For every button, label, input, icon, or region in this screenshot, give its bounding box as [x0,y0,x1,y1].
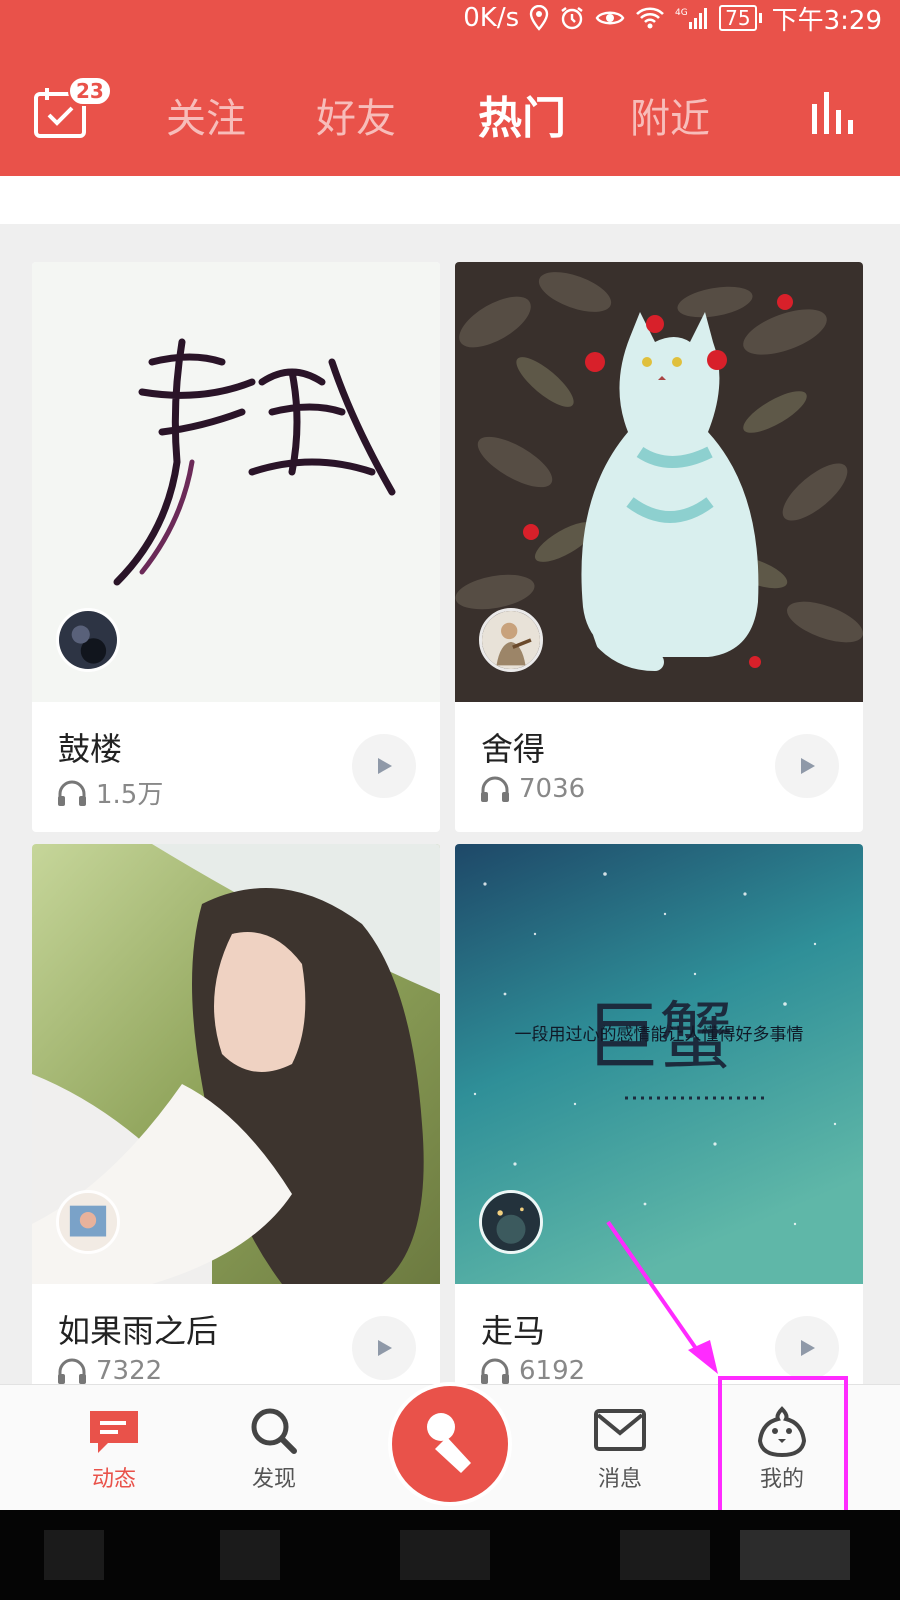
play-count: 6192 [479,1356,585,1384]
nav-messages[interactable]: 消息 [560,1405,680,1493]
bar-chart-icon [812,92,853,134]
tab-hot[interactable]: 热门 [478,82,566,146]
microphone-icon [427,1413,471,1473]
app-header: 0K/s 4G 75 下午3:29 23 关注 好友 热门 附近 [0,0,900,176]
cover-subtitle-text: 一段用过心的感情能让人懂得好多事情 [515,1025,804,1045]
song-title[interactable]: 走马 [481,1306,545,1352]
system-button-placeholder[interactable] [44,1530,104,1580]
song-card[interactable]: 巨蟹 一段用过心的感情能让人懂得好多事情 走马 6192 [455,844,863,1384]
system-button-placeholder[interactable] [220,1530,280,1580]
play-button[interactable] [775,1316,839,1380]
play-button[interactable] [352,734,416,798]
bird-mascot-icon [757,1406,807,1457]
tab-nearby[interactable]: 附近 [630,86,710,144]
song-title[interactable]: 如果雨之后 [58,1306,218,1352]
envelope-icon [594,1409,646,1451]
play-count: 7322 [56,1356,162,1384]
play-button[interactable] [775,734,839,798]
chat-bubble-icon [90,1411,138,1453]
record-sing-button[interactable] [392,1386,508,1502]
play-count: 1.5万 [56,774,163,811]
nav-feed[interactable]: 动态 [54,1405,174,1493]
song-card[interactable]: 鼓楼 1.5万 [32,262,440,832]
play-icon [378,1340,392,1356]
play-button[interactable] [352,1316,416,1380]
hot-feed[interactable]: 鼓楼 1.5万 舍得 7036 如果雨之后 7322 巨蟹 一段用过心的感情能让… [0,176,900,1384]
uploader-avatar[interactable] [479,1190,543,1254]
song-card[interactable]: 如果雨之后 7322 [32,844,440,1384]
play-count: 7036 [479,774,585,804]
top-tab-bar: 23 关注 好友 热门 附近 [0,60,900,168]
eye-icon [595,7,625,29]
alarm-icon [559,5,585,31]
signal-icon: 4G [675,6,709,30]
song-title[interactable]: 舍得 [481,724,545,770]
uploader-avatar[interactable] [56,1190,120,1254]
clock: 下午3:29 [771,5,882,36]
tab-follow[interactable]: 关注 [166,86,246,144]
song-title[interactable]: 鼓楼 [58,724,122,770]
nav-me[interactable]: 我的 [722,1405,842,1493]
system-button-placeholder[interactable] [740,1530,850,1580]
uploader-avatar[interactable] [56,608,120,672]
ranking-button[interactable] [810,90,862,136]
system-button-placeholder[interactable] [400,1530,490,1580]
headphones-icon [58,780,86,806]
svg-text:4G: 4G [675,8,688,18]
tab-friends[interactable]: 好友 [316,86,396,144]
system-navigation-bar [0,1510,900,1600]
search-icon [251,1408,297,1454]
net-speed: 0K/s [463,3,520,33]
nav-discover[interactable]: 发现 [214,1405,334,1493]
battery-indicator: 75 [719,5,762,31]
play-icon [378,758,392,774]
headphones-icon [58,1358,86,1384]
play-icon [801,1340,815,1356]
play-icon [801,758,815,774]
headphones-icon [481,1358,509,1384]
notification-badge: 23 [68,76,112,106]
headphones-icon [481,776,509,802]
feed-top-strip [0,176,900,224]
location-icon [529,5,549,31]
song-card[interactable]: 舍得 7036 [455,262,863,832]
wifi-icon [635,6,665,30]
system-button-placeholder[interactable] [620,1530,710,1580]
status-bar: 0K/s 4G 75 下午3:29 [0,0,900,36]
uploader-avatar[interactable] [479,608,543,672]
